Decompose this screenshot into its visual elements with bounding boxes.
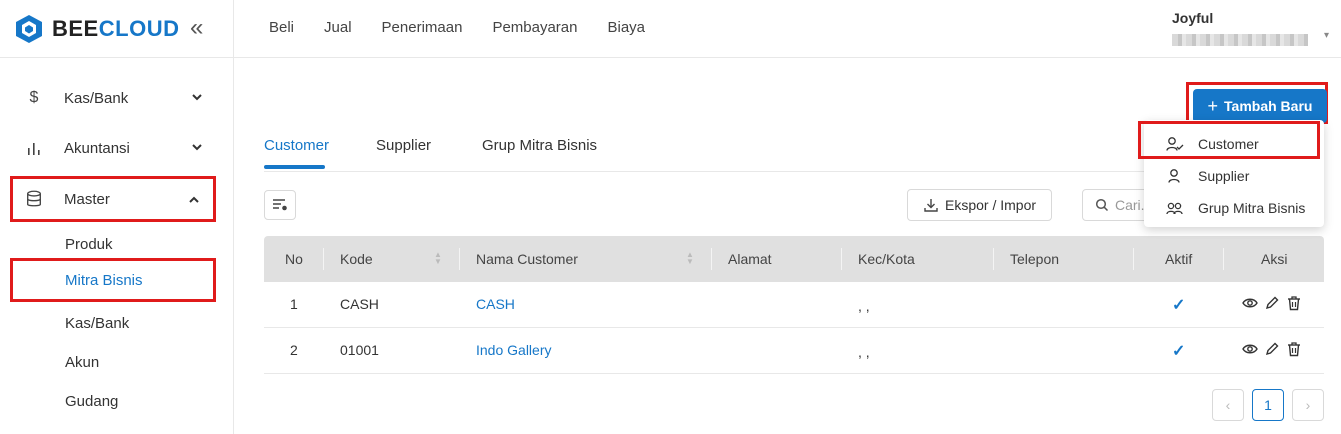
sidebar-item-label: Master <box>64 190 110 208</box>
sidebar-subitem-kas-bank[interactable]: Kas/Bank <box>10 303 216 343</box>
top-bar: Beli Jual Penerimaan Pembayaran Biaya Jo… <box>234 0 1341 58</box>
eye-icon[interactable] <box>1242 341 1258 357</box>
top-menu-pembayaran[interactable]: Pembayaran <box>492 19 577 36</box>
active-check-icon: ✓ <box>1172 343 1186 360</box>
eye-icon[interactable] <box>1242 295 1258 311</box>
row-actions <box>1242 295 1302 311</box>
sort-icon[interactable]: ▲ ▼ <box>686 251 694 266</box>
header-aktif: Aktif <box>1165 251 1193 267</box>
export-import-button[interactable]: Ekspor / Impor <box>907 189 1052 221</box>
header-divider <box>1133 248 1134 270</box>
header-divider <box>841 248 842 270</box>
header-nama-customer[interactable]: Nama Customer <box>476 251 578 267</box>
user-icon <box>1168 169 1180 183</box>
top-menu-penerimaan[interactable]: Penerimaan <box>382 19 463 36</box>
header-aksi: Aksi <box>1261 251 1288 267</box>
header-divider <box>459 248 460 270</box>
add-new-button[interactable]: + Tambah Baru <box>1193 89 1327 123</box>
header-kec-kota: Kec/Kota <box>858 251 915 267</box>
tab-grup-mitra-bisnis[interactable]: Grup Mitra Bisnis <box>482 137 597 154</box>
cell-nama-link[interactable]: CASH <box>476 296 515 312</box>
users-icon <box>1166 202 1183 215</box>
dollar-icon: $ <box>29 89 39 106</box>
top-menu-jual[interactable]: Jual <box>324 19 352 36</box>
sidebar-subitem-akun[interactable]: Akun <box>10 342 216 382</box>
header-divider <box>1223 248 1224 270</box>
cell-no: 2 <box>290 342 298 358</box>
chevron-down-icon <box>192 144 202 151</box>
cell-kec-kota: , , <box>858 298 870 314</box>
tab-customer[interactable]: Customer <box>264 137 329 154</box>
sidebar-item-label: Kas/Bank <box>64 89 129 107</box>
table-header: No Kode ▲ ▼ Nama Customer ▲ ▼ Alamat Kec/K… <box>264 236 1324 282</box>
sidebar-item-akuntansi[interactable]: Akuntansi <box>10 126 216 170</box>
logo-text: BEECLOUD <box>52 15 180 41</box>
column-settings-button[interactable] <box>264 190 296 220</box>
collapse-sidebar-icon[interactable]: « <box>190 16 203 40</box>
user-menu[interactable]: Joyful <box>1172 10 1308 46</box>
caret-down-icon[interactable]: ▾ <box>1324 30 1329 41</box>
header-divider <box>711 248 712 270</box>
dropdown-item-label: Supplier <box>1198 168 1250 184</box>
trash-icon[interactable] <box>1286 341 1302 357</box>
cell-kec-kota: , , <box>858 344 870 360</box>
header-alamat: Alamat <box>728 251 772 267</box>
header-divider <box>323 248 324 270</box>
pagination-page-1[interactable]: 1 <box>1252 389 1284 421</box>
export-import-label: Ekspor / Impor <box>944 197 1037 213</box>
download-icon <box>924 199 938 212</box>
top-menu-biaya[interactable]: Biaya <box>608 19 646 36</box>
top-menu: Beli Jual Penerimaan Pembayaran Biaya <box>269 19 675 36</box>
search-icon <box>1095 198 1109 212</box>
user-detail-blurred <box>1172 34 1308 46</box>
sidebar-item-master[interactable]: Master <box>10 176 216 222</box>
user-name: Joyful <box>1172 10 1214 26</box>
customer-table: No Kode ▲ ▼ Nama Customer ▲ ▼ Alamat Kec/K… <box>264 236 1324 374</box>
sidebar-item-kas-bank[interactable]: $ Kas/Bank <box>10 76 216 120</box>
beecloud-logo-icon <box>16 14 42 43</box>
edit-pencil-icon[interactable] <box>1264 295 1280 311</box>
cell-kode: CASH <box>340 296 379 312</box>
plus-icon: + <box>1207 95 1219 116</box>
top-menu-beli[interactable]: Beli <box>269 19 294 36</box>
table-row: 2 01001 Indo Gallery , , ✓ <box>264 328 1324 374</box>
cell-kode: 01001 <box>340 342 379 358</box>
database-icon <box>27 190 41 207</box>
sidebar-subitem-gudang[interactable]: Gudang <box>10 381 216 421</box>
pagination-next-button[interactable]: › <box>1292 389 1324 421</box>
trash-icon[interactable] <box>1286 295 1302 311</box>
active-tab-indicator <box>264 165 325 169</box>
sidebar-subitem-mitra-bisnis[interactable]: Mitra Bisnis <box>10 258 216 302</box>
table-row: 1 CASH CASH , , ✓ <box>264 282 1324 328</box>
dropdown-customer-highlight <box>1138 121 1320 159</box>
cell-nama-link[interactable]: Indo Gallery <box>476 342 551 358</box>
bar-chart-icon <box>28 143 40 155</box>
row-actions <box>1242 341 1302 357</box>
edit-pencil-icon[interactable] <box>1264 341 1280 357</box>
chevron-up-icon <box>189 196 199 203</box>
pagination-prev-button[interactable]: ‹ <box>1212 389 1244 421</box>
sidebar: BEECLOUD « $ Kas/Bank Akuntansi Master P… <box>0 0 234 434</box>
add-new-label: Tambah Baru <box>1224 98 1313 114</box>
header-telepon: Telepon <box>1010 251 1060 267</box>
dropdown-item-supplier[interactable]: Supplier <box>1144 160 1324 192</box>
header-kode[interactable]: Kode <box>340 251 373 267</box>
dropdown-item-grup-mitra-bisnis[interactable]: Grup Mitra Bisnis <box>1144 192 1324 224</box>
chevron-down-icon <box>192 94 202 101</box>
cell-no: 1 <box>290 296 298 312</box>
column-settings-icon <box>273 199 287 211</box>
add-button-highlight: + Tambah Baru <box>1186 82 1328 124</box>
header-no: No <box>285 251 303 267</box>
sidebar-item-label: Akuntansi <box>64 139 130 157</box>
tab-supplier[interactable]: Supplier <box>376 137 431 154</box>
active-check-icon: ✓ <box>1172 297 1186 314</box>
header-divider <box>993 248 994 270</box>
dropdown-item-label: Grup Mitra Bisnis <box>1198 200 1306 216</box>
sort-icon[interactable]: ▲ ▼ <box>434 251 442 266</box>
